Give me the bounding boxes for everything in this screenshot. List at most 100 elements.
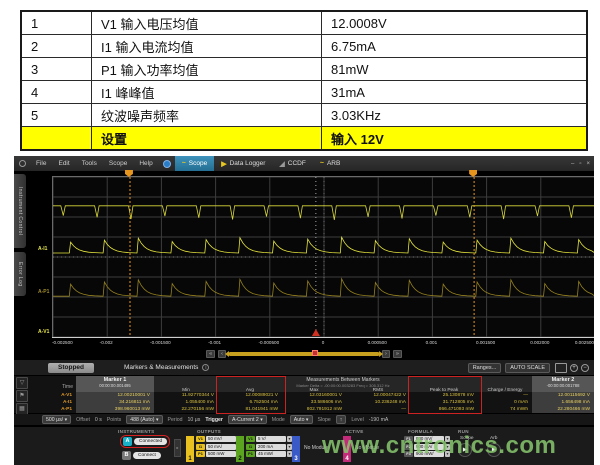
waveform-plot[interactable] — [52, 176, 594, 338]
axis-tick: -0.001500 — [150, 340, 171, 345]
instrument-a-badge: A — [123, 437, 132, 446]
scroll-right-button[interactable]: › — [382, 350, 390, 358]
menu-edit[interactable]: Edit — [58, 160, 69, 167]
channel-1-bar[interactable]: 1 — [186, 436, 194, 462]
mode-label: Mode — [272, 417, 285, 423]
instrument-a-status-button[interactable]: Connected — [134, 438, 167, 445]
scroll-far-left-button[interactable]: « — [206, 350, 215, 358]
help-globe-icon[interactable] — [163, 160, 171, 168]
row-value: 输入 12V — [322, 127, 586, 149]
maximize-button[interactable]: ▫ — [579, 161, 581, 167]
col-max: Max — [282, 388, 346, 393]
axis-tick: -0.000500 — [258, 340, 279, 345]
table-row: 3 P1 输入功率均值 81mW — [22, 58, 586, 81]
trigger-source-dropdown[interactable]: A-Current 2 ▾ — [228, 415, 267, 424]
ranges-button[interactable]: Ranges... — [468, 363, 502, 373]
row-value: 6.75mA — [322, 35, 586, 57]
offset-value[interactable]: 0 s — [95, 417, 102, 423]
col-min: Min — [154, 388, 218, 393]
acquisition-controls: 500 μs/ ▾ Offset 0 s Points 488 (Auto) ▾… — [14, 414, 594, 425]
axis-tick: 0.000500 — [368, 340, 387, 345]
axis-tick: 0 — [322, 340, 325, 345]
peak-to-peak-highlight-box — [408, 376, 482, 414]
points-dropdown[interactable]: 488 (Auto) ▾ — [126, 415, 162, 424]
instruments-expander[interactable]: ▸ — [174, 439, 181, 457]
p1-tag: P1 — [246, 451, 255, 457]
period-value: 10 μs — [188, 417, 201, 423]
table-row: 5 纹波噪声频率 3.03KHz — [22, 104, 586, 127]
channel-2-bar[interactable]: 2 — [236, 436, 244, 462]
row-index: 3 — [22, 58, 92, 80]
instrument-b-badge: B — [122, 451, 131, 460]
axis-tick: 0.001500 — [476, 340, 495, 345]
ch2-p-scale-button[interactable]: 45 mW/ — [256, 451, 286, 457]
ch1-i-scale-button[interactable]: 50 mA/ — [206, 444, 236, 450]
col-charge-energy: Charge / Energy — [478, 388, 532, 393]
channel-label-v1[interactable]: A-V1 — [38, 329, 49, 335]
instrument-b-status-button[interactable]: Connect — [133, 452, 161, 459]
axis-tick: 0.002000 — [530, 340, 549, 345]
page: 1 V1 输入电压均值 12.0008V 2 I1 输入电流均值 6.75mA … — [0, 0, 600, 465]
points-label: Points — [107, 417, 121, 423]
scrollbar-thumb[interactable] — [229, 352, 379, 356]
instrument-b-connect[interactable]: B Connect — [122, 451, 161, 460]
menu-file[interactable]: File — [36, 160, 46, 167]
channel-3-bar[interactable]: 3 — [292, 436, 300, 462]
minimize-button[interactable]: – — [571, 161, 574, 167]
level-value[interactable]: -190 mA — [369, 417, 389, 423]
menu-tools[interactable]: Tools — [82, 160, 97, 167]
menu-help[interactable]: Help — [139, 160, 152, 167]
channel-label-i1[interactable]: A-I1 — [38, 246, 47, 252]
outputs-section-label: OUTPUTS — [197, 429, 221, 434]
ch1-v-scale-button[interactable]: 50 mV/ — [206, 436, 236, 442]
marker2-header[interactable]: Marker 2 -00:00:00.001788 — [532, 376, 594, 392]
table-row: 1 V1 输入电压均值 12.0008V — [22, 12, 586, 35]
autoscale-button[interactable]: AUTO SCALE — [505, 363, 550, 373]
row-value: 81mW — [322, 58, 586, 80]
axis-tick: -0.002 — [100, 340, 113, 345]
time-axis: -0.002500 -0.002 -0.001500 -0.001 -0.000… — [52, 337, 594, 349]
display-settings-icon[interactable] — [555, 363, 567, 373]
measurements-panel-title: Markers & Measurements — [124, 364, 198, 371]
sidebar-tab-instrument-control[interactable]: Instrument Control — [14, 174, 26, 248]
channel-2-controls: V15 V/▾ I1200 mA▾ P145 mW/▾ — [246, 436, 292, 457]
instruments-section-label: INSTRUMENTS — [118, 429, 154, 434]
waveform-canvas[interactable] — [53, 177, 594, 337]
measurements-header: Time Marker 1 00:00:00.001495 Measuremen… — [36, 376, 594, 392]
offset-label: Offset — [76, 417, 90, 423]
menu-scope[interactable]: Scope — [109, 160, 127, 167]
close-button[interactable]: × — [586, 161, 590, 167]
arb-wave-icon: ~ — [320, 160, 324, 167]
ch1-p-scale-button[interactable]: 500 mW — [206, 451, 236, 457]
slope-button[interactable]: ↑ — [336, 415, 347, 424]
scope-app-window: File Edit Tools Scope Help ~ Scope ▶ Dat… — [14, 156, 594, 465]
tab-ccdf[interactable]: ◢ CCDF — [272, 156, 312, 171]
filter-icon[interactable]: ▽ — [16, 377, 28, 389]
tab-data-logger[interactable]: ▶ Data Logger — [214, 156, 272, 171]
status-bar: Stopped Markers & Measurements i Ranges.… — [14, 360, 594, 375]
trigger-mode-dropdown[interactable]: Auto ▾ — [290, 415, 313, 424]
slope-label: Slope — [318, 417, 331, 423]
zoom-in-icon[interactable]: + — [570, 364, 578, 372]
window-controls: – ▫ × — [571, 161, 590, 167]
instrument-a-connected[interactable]: A Connected — [120, 435, 170, 448]
ch2-v-scale-button[interactable]: 5 V/ — [256, 436, 286, 442]
channel-label-p1[interactable]: A-P1 — [38, 289, 49, 295]
markers-icon[interactable]: ⚑ — [16, 390, 28, 402]
tab-arb[interactable]: ~ ARB — [313, 156, 347, 171]
marker1-header[interactable]: Marker 1 00:00:00.001495 — [76, 376, 154, 392]
run-stop-button[interactable]: Stopped — [48, 363, 94, 373]
zoom-out-icon[interactable]: − — [581, 364, 589, 372]
sidebar-tab-error-log[interactable]: Error Log — [14, 252, 26, 296]
timebase-dropdown[interactable]: 500 μs/ ▾ — [42, 415, 71, 424]
row-index: 4 — [22, 81, 92, 103]
tab-scope[interactable]: ~ Scope — [175, 156, 215, 171]
info-icon[interactable]: i — [202, 364, 209, 371]
ch2-i-scale-button[interactable]: 200 mA — [256, 444, 286, 450]
table-row: 2 I1 输入电流均值 6.75mA — [22, 35, 586, 58]
scroll-far-right-button[interactable]: » — [393, 350, 402, 358]
i1-tag: I1 — [246, 444, 255, 450]
row-index: 5 — [22, 104, 92, 126]
settings-gear-icon[interactable] — [19, 160, 26, 167]
trigger-time-indicator[interactable] — [312, 350, 318, 356]
